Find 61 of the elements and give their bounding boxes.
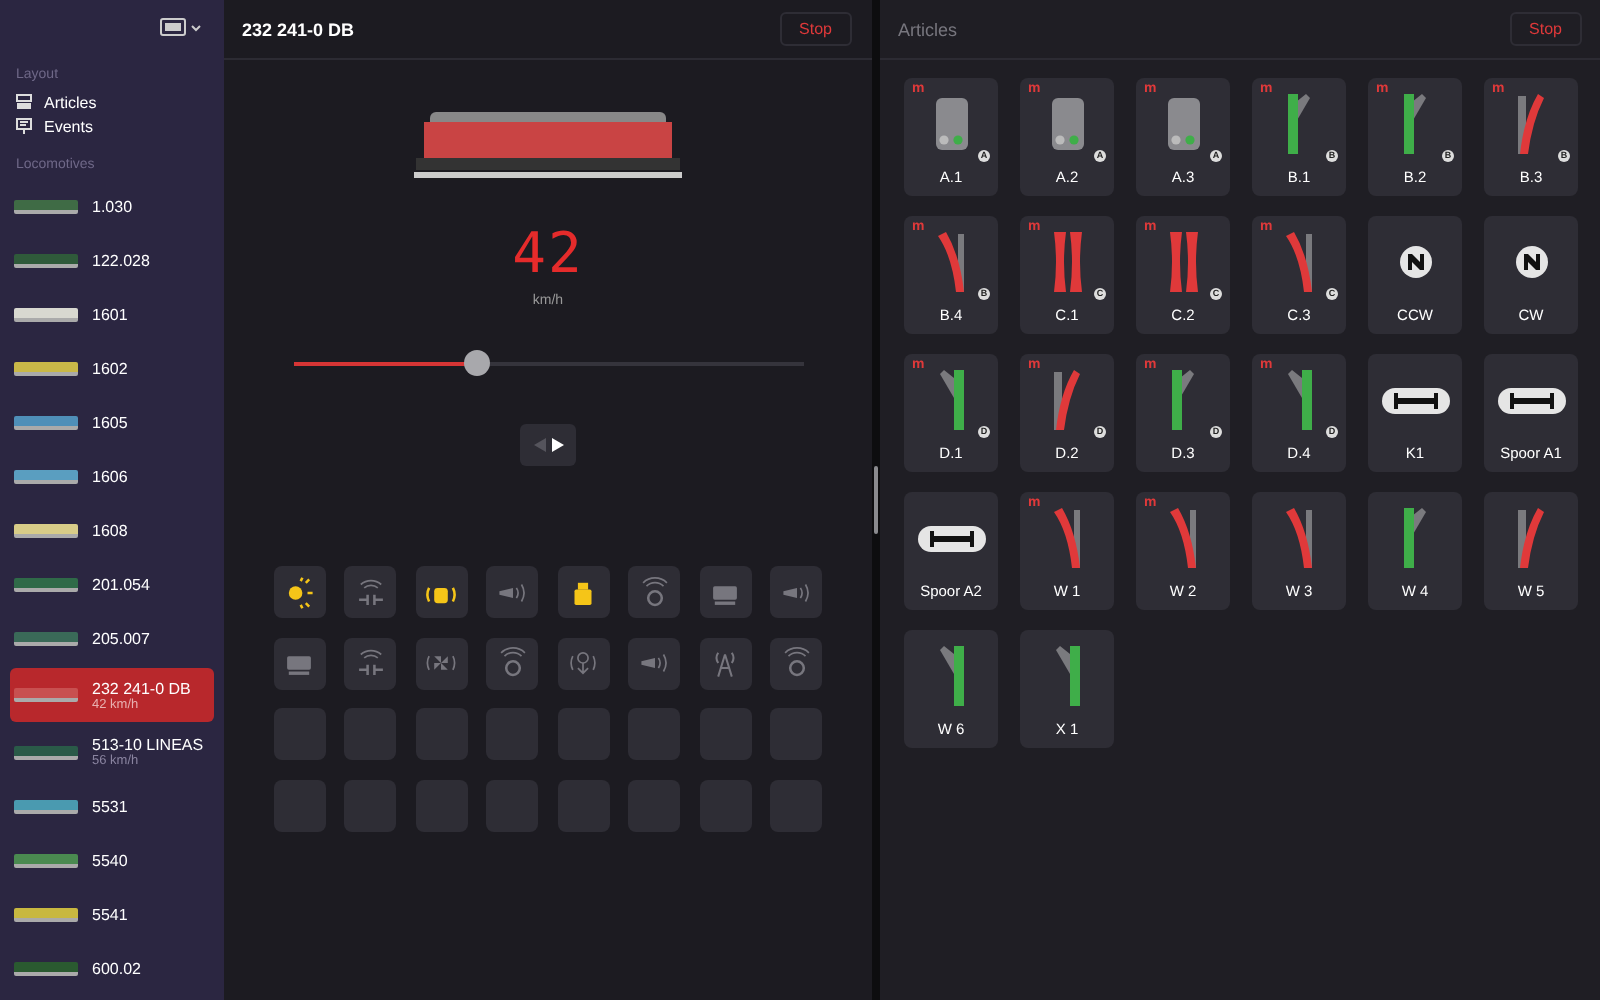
function-button[interactable] (557, 566, 610, 618)
turntable-icon (1399, 246, 1431, 278)
track-icon (1381, 387, 1449, 413)
locomotive-name: 600.02 (92, 959, 141, 977)
locomotive-name: 5541 (92, 905, 128, 923)
stop-button[interactable]: Stop (779, 12, 852, 46)
track-icon (1497, 387, 1565, 413)
reverse-arrow-icon (533, 438, 545, 452)
coupler-icon (353, 646, 388, 680)
locomotive-name: 5540 (92, 851, 128, 869)
locomotive-name: 205.007 (92, 629, 150, 647)
track-icon (917, 525, 985, 551)
signal-icon (1051, 98, 1083, 150)
forward-arrow-icon (551, 438, 563, 452)
locomotive-item[interactable]: 5540 (10, 836, 214, 884)
board-icon (16, 118, 32, 134)
locomotive-item[interactable]: 600.02 (10, 944, 214, 992)
smoke-icon (566, 646, 601, 680)
locomotive-item[interactable]: 1602 (10, 344, 214, 392)
nav-item[interactable]: Events (0, 114, 224, 138)
signal-icon (935, 98, 967, 150)
locomotive-name: 513-10 LINEAS (92, 736, 204, 754)
locomotive-name: 232 241-0 DB (92, 679, 191, 697)
split-handle[interactable] (874, 466, 878, 534)
stop-button[interactable]: Stop (1509, 12, 1582, 46)
coupler-icon (353, 575, 388, 609)
locomotive-item[interactable]: 1608 (10, 506, 214, 554)
signal-icon (1167, 98, 1199, 150)
locomotive-name: 5531 (92, 797, 128, 815)
locomotive-name: 1602 (92, 359, 128, 377)
locomotive-item[interactable]: 1.030 (10, 182, 214, 230)
locomotive-name: 1605 (92, 413, 128, 431)
locomotive-item[interactable]: 122.028 (10, 236, 214, 284)
locomotive-title: 232 241-0 DB (242, 19, 355, 39)
function-button[interactable] (273, 566, 326, 618)
slider-thumb[interactable] (464, 350, 491, 376)
panel-title: Articles (898, 19, 958, 39)
wireless-icon (779, 646, 814, 680)
speed-slider[interactable] (293, 350, 803, 376)
locomotive-name: 1.030 (92, 197, 133, 215)
locomotive-item[interactable]: 1605 (10, 398, 214, 446)
locomotive-name: 1606 (92, 467, 128, 485)
speed-display: 42 (512, 226, 584, 282)
locomotive-item[interactable]: 5541 (10, 890, 214, 938)
wireless-icon (495, 646, 530, 680)
monitor-icon[interactable] (160, 18, 204, 38)
locomotive-name: 201.054 (92, 575, 150, 593)
locomotive-name: 1601 (92, 305, 128, 323)
list-icon (16, 94, 32, 110)
locomotive-item[interactable]: 205.007 (10, 614, 214, 662)
turntable-icon (1515, 246, 1547, 278)
function-button[interactable] (415, 566, 468, 618)
direction-toggle[interactable] (520, 424, 576, 466)
nav-item[interactable]: Articles (0, 90, 224, 114)
locomotive-item[interactable]: 1601 (10, 290, 214, 338)
locomotive-item[interactable]: 201.054 (10, 560, 214, 608)
locomotive-name: 1608 (92, 521, 128, 539)
locomotive-name: 122.028 (92, 251, 150, 269)
locomotive-item[interactable]: 5531 (10, 782, 214, 830)
wireless-icon (637, 575, 672, 609)
locomotive-item[interactable]: 1606 (10, 452, 214, 500)
